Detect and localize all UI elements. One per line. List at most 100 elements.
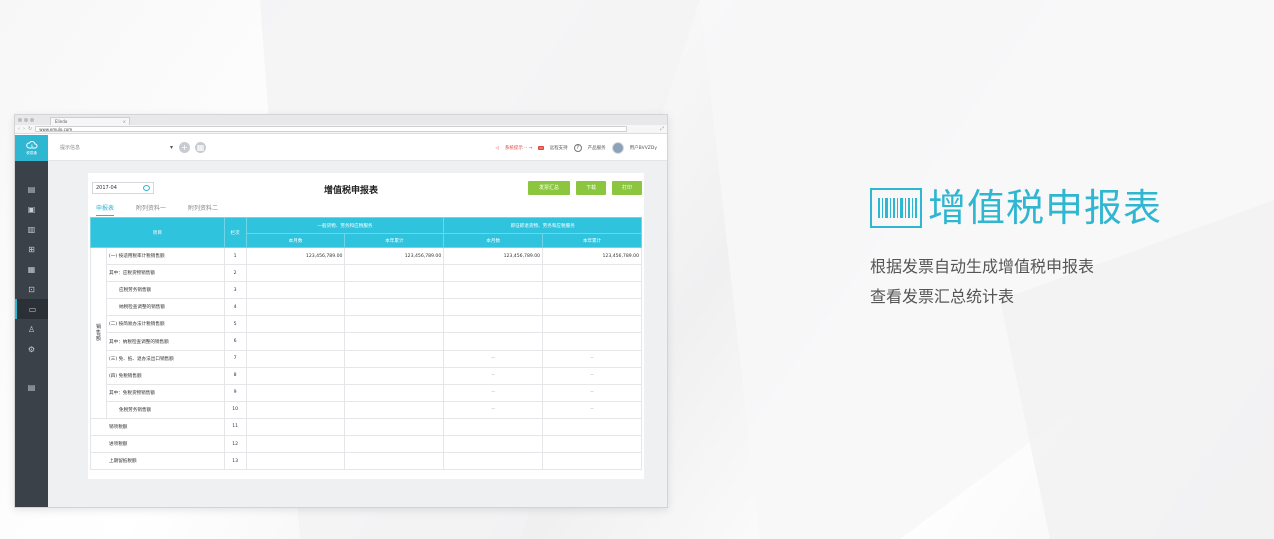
calendar-icon[interactable]	[143, 185, 150, 191]
feature-line-2: 查看发票汇总统计表	[870, 287, 1015, 306]
top-bar: 提示信息 ▾ + ▦ ◁ 系统提示 ·· → ▭ 远程支持 ? 产品服务 用户B…	[48, 135, 667, 161]
window-controls[interactable]	[18, 118, 34, 122]
cell-refund-month[interactable]	[443, 264, 544, 283]
cell-general-year[interactable]	[344, 281, 445, 300]
cell-refund-month[interactable]: --	[443, 383, 544, 402]
sidebar-item-chart[interactable]: ▥	[15, 219, 48, 239]
cell-general-year[interactable]	[344, 400, 445, 419]
table-cell[interactable]	[344, 452, 445, 471]
row-number: 3	[223, 281, 247, 300]
back-icon[interactable]: ‹	[18, 125, 20, 134]
speaker-icon[interactable]: ◁	[495, 146, 498, 151]
tab-declaration[interactable]: 申报表	[96, 203, 115, 216]
tab-attachment-2[interactable]: 附列资料二	[188, 203, 218, 216]
feature-line-1: 根据发票自动生成增值税申报表	[870, 257, 1095, 276]
system-notice[interactable]: 系统提示 ·· →	[505, 145, 533, 151]
remote-support-link[interactable]: 远程支持	[550, 145, 568, 151]
table-row: 其中：应税货物销售额 2	[91, 264, 642, 283]
tab-attachment-1[interactable]: 附列资料一	[136, 203, 166, 216]
cell-refund-year[interactable]: 123,456,789.00	[542, 246, 642, 266]
avatar[interactable]	[611, 142, 624, 154]
row-label: 纳税检查调整的销售额	[105, 298, 225, 317]
fullscreen-icon[interactable]: ⤢	[660, 126, 664, 132]
cell-refund-year[interactable]	[542, 315, 642, 334]
sidebar-item-settings[interactable]: ⚙	[15, 339, 48, 359]
cell-general-year[interactable]	[344, 332, 445, 351]
cell-refund-month[interactable]	[443, 332, 544, 351]
cell-refund-year[interactable]: --	[542, 383, 642, 402]
cell-refund-year[interactable]	[542, 332, 642, 351]
sidebar-item-invoice[interactable]: ▣	[15, 199, 48, 219]
cell-refund-year[interactable]	[542, 264, 642, 283]
table-cell[interactable]	[245, 417, 346, 437]
cell-general-year[interactable]	[344, 298, 445, 317]
cell-general-month[interactable]	[245, 349, 346, 368]
period-picker[interactable]: 2017-04	[92, 182, 154, 194]
row-label: 上期留抵税额	[90, 452, 225, 471]
table-cell[interactable]	[344, 417, 445, 437]
url-input[interactable]: www.emulo.com	[35, 126, 628, 132]
cell-general-year[interactable]	[344, 383, 445, 402]
cell-refund-month[interactable]	[443, 298, 544, 317]
cell-general-year[interactable]	[344, 264, 445, 283]
cell-general-month[interactable]	[245, 315, 346, 334]
table-cell[interactable]	[542, 435, 642, 454]
table-cell[interactable]	[344, 435, 445, 454]
sidebar-item-tax-report[interactable]: ▭	[15, 299, 48, 319]
cell-refund-year[interactable]	[542, 298, 642, 317]
cell-general-month[interactable]	[245, 332, 346, 351]
row-number: 8	[223, 366, 247, 385]
reload-icon[interactable]: ↻	[28, 125, 32, 134]
cell-general-year[interactable]	[344, 349, 445, 368]
cell-refund-month[interactable]	[443, 281, 544, 300]
cell-general-year[interactable]	[344, 315, 445, 334]
sidebar-item-archive[interactable]: ▤	[15, 377, 48, 397]
forward-icon[interactable]: ›	[23, 125, 25, 134]
cell-refund-month[interactable]: --	[443, 349, 544, 368]
sidebar-item-file[interactable]: ▤	[15, 179, 48, 199]
app-logo[interactable]: $ 税易通	[15, 135, 48, 161]
company-select[interactable]: 提示信息	[60, 144, 170, 151]
cell-refund-year[interactable]: --	[542, 349, 642, 368]
cell-general-month[interactable]: 123,456,789.00	[245, 246, 346, 266]
cell-general-month[interactable]	[245, 383, 346, 402]
print-button[interactable]: 打印	[612, 181, 642, 195]
table-cell[interactable]	[542, 452, 642, 471]
cell-general-month[interactable]	[245, 298, 346, 317]
cell-general-month[interactable]	[245, 400, 346, 419]
download-button[interactable]: 下载	[576, 181, 606, 195]
table-cell[interactable]	[245, 452, 346, 471]
help-icon[interactable]: ?	[573, 144, 582, 152]
cell-general-month[interactable]	[245, 366, 346, 385]
table-cell[interactable]	[443, 435, 544, 454]
close-icon[interactable]: ×	[123, 118, 126, 125]
cell-general-month[interactable]	[245, 264, 346, 283]
cell-general-year[interactable]	[344, 366, 445, 385]
cell-refund-year[interactable]	[542, 281, 642, 300]
cell-refund-year[interactable]: --	[542, 400, 642, 419]
cell-general-month[interactable]	[245, 281, 346, 300]
invoice-summary-button[interactable]: 发票汇总	[528, 181, 570, 195]
grid-icon[interactable]: ▦	[195, 142, 207, 153]
user-name[interactable]: 用户BVVZDy	[630, 145, 657, 151]
cell-refund-month[interactable]: --	[443, 400, 544, 419]
product-service-link[interactable]: 产品服务	[588, 145, 606, 151]
cell-general-year[interactable]: 123,456,789.00	[344, 246, 445, 266]
cell-refund-year[interactable]: --	[542, 366, 642, 385]
sidebar-item-users[interactable]: ♙	[15, 319, 48, 339]
remote-support-icon[interactable]: ▭	[538, 146, 544, 150]
table-cell[interactable]	[245, 435, 346, 454]
browser-tab[interactable]: Elindo ×	[50, 117, 130, 125]
add-icon[interactable]: +	[179, 142, 191, 153]
table-cell[interactable]	[443, 452, 544, 471]
cell-refund-month[interactable]: --	[443, 366, 544, 385]
table-cell[interactable]	[542, 417, 642, 437]
sidebar-item-receipt[interactable]: ▦	[15, 259, 48, 279]
table-row: 进项税额 12	[90, 435, 642, 454]
cell-refund-month[interactable]	[443, 315, 544, 334]
sidebar-item-search[interactable]: ⊡	[15, 279, 48, 299]
table-cell[interactable]	[443, 417, 544, 437]
chevron-down-icon[interactable]: ▾	[170, 144, 173, 151]
sidebar-item-stamp[interactable]: ⊞	[15, 239, 48, 259]
cell-refund-month[interactable]: 123,456,789.00	[443, 246, 544, 266]
